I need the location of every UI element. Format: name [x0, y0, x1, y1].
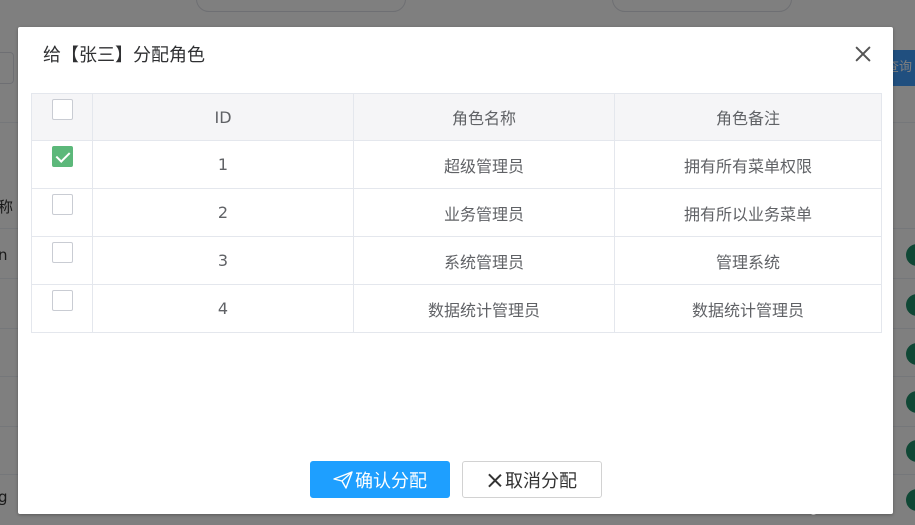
assign-role-dialog: 给【张三】分配角色 ID 角色名称 角色备注 1 超级管理员 拥有所有菜单权限 …: [18, 27, 893, 514]
paper-plane-icon: [333, 470, 353, 489]
row-role-remark: 管理系统: [614, 236, 882, 285]
dialog-title: 给【张三】分配角色: [43, 45, 205, 66]
row-checkbox[interactable]: [52, 146, 73, 167]
row-role-remark: 数据统计管理员: [614, 284, 882, 333]
row-checkbox[interactable]: [52, 194, 73, 215]
confirm-assign-label: 确认分配: [355, 470, 427, 492]
cancel-assign-label: 取消分配: [505, 470, 577, 492]
row-role-remark: 拥有所有菜单权限: [614, 140, 882, 189]
role-table: ID 角色名称 角色备注 1 超级管理员 拥有所有菜单权限 2 业务管理员 拥有…: [31, 93, 882, 333]
header-checkbox-cell: [31, 93, 93, 141]
cancel-assign-button[interactable]: 取消分配: [462, 461, 602, 498]
row-id: 4: [92, 284, 354, 333]
table-row[interactable]: 4 数据统计管理员 数据统计管理员: [31, 284, 882, 333]
close-icon[interactable]: [852, 43, 874, 65]
table-row[interactable]: 2 业务管理员 拥有所以业务菜单: [31, 188, 882, 237]
select-all-checkbox[interactable]: [52, 99, 73, 120]
close-icon: [487, 472, 503, 488]
table-row[interactable]: 1 超级管理员 拥有所有菜单权限: [31, 140, 882, 189]
row-checkbox[interactable]: [52, 290, 73, 311]
header-role-name: 角色名称: [353, 93, 615, 141]
row-role-name: 超级管理员: [353, 140, 615, 189]
row-role-name: 数据统计管理员: [353, 284, 615, 333]
table-header-row: ID 角色名称 角色备注: [31, 93, 882, 141]
row-checkbox-cell: [31, 236, 93, 285]
row-role-name: 业务管理员: [353, 188, 615, 237]
row-id: 3: [92, 236, 354, 285]
confirm-assign-button[interactable]: 确认分配: [310, 461, 450, 498]
row-checkbox-cell: [31, 284, 93, 333]
row-checkbox-cell: [31, 188, 93, 237]
row-id: 1: [92, 140, 354, 189]
row-checkbox-cell: [31, 140, 93, 189]
row-role-name: 系统管理员: [353, 236, 615, 285]
row-id: 2: [92, 188, 354, 237]
header-id: ID: [92, 93, 354, 141]
row-role-remark: 拥有所以业务菜单: [614, 188, 882, 237]
watermark: CSDN @说书客啊: [762, 500, 877, 516]
row-checkbox[interactable]: [52, 242, 73, 263]
table-row[interactable]: 3 系统管理员 管理系统: [31, 236, 882, 285]
header-role-remark: 角色备注: [614, 93, 882, 141]
